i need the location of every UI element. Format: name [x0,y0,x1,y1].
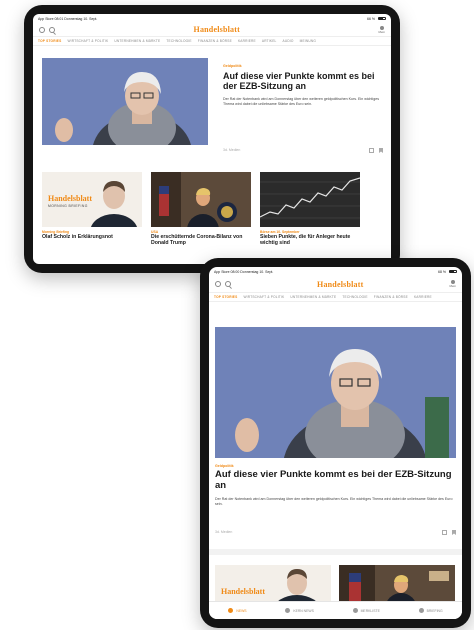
tab-unternehmen[interactable]: UNTERNEHMEN & MÄRKTE [290,295,336,299]
tab-wirtschaft[interactable]: WIRTSCHAFT & POLITIK [67,39,108,43]
news-icon [228,608,234,613]
app-header: Handelsblatt Mein [33,23,391,37]
clock-icon [285,608,291,613]
briefing-photo [215,565,331,603]
status-text: App Store 08:01 Donnerstag 10. Sept. [38,16,98,21]
gear-icon[interactable] [215,281,221,287]
section-tabs: TOP STORIES WIRTSCHAFT & POLITIK UNTERNE… [209,293,462,302]
battery-text: 68 % [438,269,446,274]
tab-karriere[interactable]: KARRIERE [414,295,432,299]
tab-unternehmen[interactable]: UNTERNEHMEN & MÄRKTE [114,39,160,43]
status-bar: App Store 08:00 Donnerstag 10. Sept. 68 … [209,267,462,276]
card-headline[interactable]: Olaf Scholz in Erklärungsnot [42,234,142,241]
profile-button[interactable]: Mein [378,25,385,34]
tab-top-stories[interactable]: TOP STORIES [38,39,61,43]
tab-audio[interactable]: AUDIO [283,39,294,43]
nav-briefing-label: BRIEFING [426,608,443,613]
article-cards: Handelsblatt MORNING BRIEFING Morning Br… [42,172,382,247]
card-image-chart [260,172,360,227]
search-icon[interactable] [225,281,231,287]
card-image-trump [151,172,251,227]
tab-artikel[interactable]: ARTIKEL [262,39,277,43]
profile-label: Mein [378,29,385,34]
ipad-portrait: App Store 08:00 Donnerstag 10. Sept. 68 … [200,258,471,628]
bookmark-icon[interactable] [452,530,456,535]
tab-karriere[interactable]: KARRIERE [238,39,256,43]
nav-merkliste-label: MERKLISTE [360,608,380,613]
hero-headline[interactable]: Auf diese vier Punkte kommt es bei der E… [215,469,456,492]
bottom-navigation: NEWS KERN NEWS MERKLISTE BRIEFING [209,601,462,619]
stock-chart-photo [260,172,360,227]
app-header: Handelsblatt Mein [209,276,462,293]
tab-finanzen[interactable]: FINANZEN & BÖRSE [374,295,408,299]
section-divider [209,549,462,555]
hero-photo [215,327,456,458]
nav-kern-news[interactable]: KERN NEWS [285,608,314,613]
hero-meta: 3d. Medien [223,148,241,152]
article-cards: Handelsblatt [215,565,456,603]
share-icon[interactable] [369,148,374,153]
card-headline[interactable]: Die erschütternde Corona-Bilanz von Dona… [151,234,251,247]
hero-kicker: Geldpolitik [223,64,242,68]
nav-news[interactable]: NEWS [228,608,247,613]
tab-meinung[interactable]: MEINUNG [300,39,316,43]
app-logo: Handelsblatt [193,25,240,34]
card-headline[interactable]: Sieben Punkte, die für Anleger heute wic… [260,234,360,247]
gear-icon[interactable] [39,26,45,33]
trump-photo [339,565,455,603]
article-card[interactable] [339,565,455,603]
article-card[interactable]: USA Die erschütternde Corona-Bilanz von … [151,172,251,247]
hero-image[interactable] [42,58,208,145]
nav-briefing[interactable]: BRIEFING [418,608,443,613]
status-text: App Store 08:00 Donnerstag 10. Sept. [214,269,274,274]
briefing-logo: Handelsblatt [221,587,266,596]
hero-photo [42,58,208,145]
search-icon[interactable] [49,26,55,33]
ipad-landscape-screen: App Store 08:01 Donnerstag 10. Sept. 66 … [33,14,391,264]
hero-meta: 3d. Medien [215,530,233,534]
nav-kern-news-label: KERN NEWS [293,608,314,613]
trump-photo [151,172,251,227]
article-card[interactable]: Handelsblatt MORNING BRIEFING Morning Br… [42,172,142,247]
briefing-logo: Handelsblatt [48,194,93,203]
app-logo: Handelsblatt [317,279,364,289]
hero-actions: 3d. Medien [215,530,456,536]
article-card[interactable]: Börse am 10. September Sieben Punkte, di… [260,172,360,247]
hero-headline[interactable]: Auf diese vier Punkte kommt es bei der E… [223,71,383,92]
status-bar: App Store 08:01 Donnerstag 10. Sept. 66 … [33,14,391,23]
hero-actions: 3d. Medien [223,148,383,154]
hero-text[interactable]: Geldpolitik Auf diese vier Punkte kommt … [215,464,456,507]
hero-teaser: Der Rat der Notenbank wird am Donnerstag… [215,496,453,506]
profile-label: Mein [449,284,456,288]
tab-technologie[interactable]: TECHNOLOGIE [166,39,191,43]
nav-news-label: NEWS [236,608,247,613]
ipad-landscape: App Store 08:01 Donnerstag 10. Sept. 66 … [24,5,400,273]
hero-teaser: Der Rat der Notenbank wird am Donnerstag… [223,96,380,106]
nav-merkliste[interactable]: MERKLISTE [352,608,380,613]
bookmark-icon [352,608,358,613]
tab-wirtschaft[interactable]: WIRTSCHAFT & POLITIK [243,295,284,299]
tab-technologie[interactable]: TECHNOLOGIE [342,295,367,299]
hero-text[interactable]: Geldpolitik Auf diese vier Punkte kommt … [223,64,383,107]
ipad-portrait-screen: App Store 08:00 Donnerstag 10. Sept. 68 … [209,267,462,619]
briefing-icon [418,608,424,613]
share-icon[interactable] [442,530,447,535]
hero-kicker: Geldpolitik [215,464,234,468]
briefing-subtitle: MORNING BRIEFING [48,204,88,208]
battery-text: 66 % [367,16,375,21]
battery-icon [378,16,386,21]
section-tabs: TOP STORIES WIRTSCHAFT & POLITIK UNTERNE… [33,37,391,46]
hero-image[interactable] [215,327,456,458]
battery-icon [449,269,457,274]
article-card[interactable]: Handelsblatt [215,565,331,603]
tab-finanzen[interactable]: FINANZEN & BÖRSE [198,39,232,43]
bookmark-icon[interactable] [379,148,383,153]
profile-button[interactable]: Mein [449,280,456,288]
card-image-briefing: Handelsblatt MORNING BRIEFING [42,172,142,227]
tab-top-stories[interactable]: TOP STORIES [214,295,237,299]
